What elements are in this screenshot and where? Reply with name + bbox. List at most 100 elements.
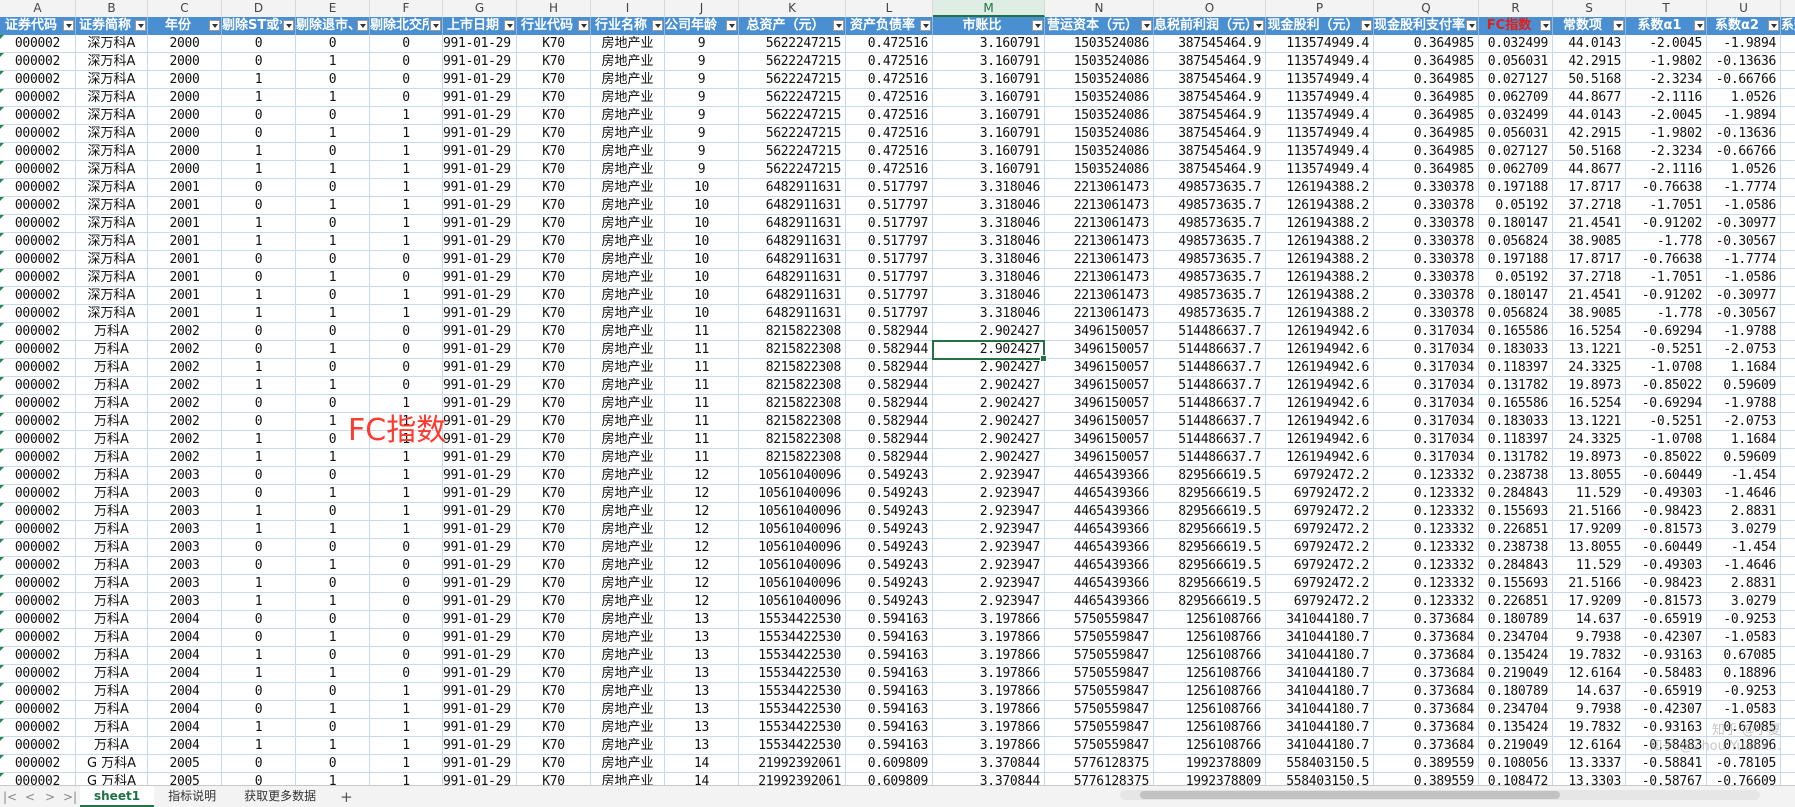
filter-dropdown-icon[interactable]: [135, 20, 146, 31]
table-cell[interactable]: -58.: [1781, 197, 1795, 215]
table-cell[interactable]: 0.238738: [1479, 467, 1553, 485]
table-cell[interactable]: 829566619.5: [1154, 575, 1266, 593]
table-cell[interactable]: 0.219049: [1479, 737, 1553, 755]
table-cell[interactable]: 0: [370, 665, 443, 683]
table-cell[interactable]: 991-01-29: [443, 107, 517, 125]
table-cell[interactable]: 2003: [148, 593, 222, 611]
table-cell[interactable]: 2.902427: [933, 323, 1045, 341]
table-cell[interactable]: 2003: [148, 575, 222, 593]
table-cell[interactable]: 万科A: [76, 395, 148, 413]
table-cell[interactable]: 991-01-29: [443, 161, 517, 179]
table-cell[interactable]: 0: [296, 287, 370, 305]
table-cell[interactable]: 9: [665, 161, 739, 179]
table-cell[interactable]: 房地产业: [591, 557, 665, 575]
table-cell[interactable]: 3496150057: [1045, 395, 1154, 413]
table-cell[interactable]: 000002: [0, 575, 76, 593]
table-cell[interactable]: -52.: [1781, 107, 1795, 125]
table-cell[interactable]: -0.76638: [1626, 251, 1707, 269]
table-cell[interactable]: 2004: [148, 701, 222, 719]
table-cell[interactable]: 深万科A: [76, 71, 148, 89]
table-cell[interactable]: -0.85022: [1626, 449, 1707, 467]
table-cell[interactable]: 0.123332: [1374, 539, 1479, 557]
table-cell[interactable]: 21.4541: [1553, 215, 1626, 233]
table-cell[interactable]: 1: [222, 71, 296, 89]
table-cell[interactable]: 3496150057: [1045, 413, 1154, 431]
table-cell[interactable]: 0.05192: [1479, 269, 1553, 287]
table-cell[interactable]: 深万科A: [76, 287, 148, 305]
table-cell[interactable]: 0: [222, 179, 296, 197]
table-cell[interactable]: 991-01-29: [443, 413, 517, 431]
table-cell[interactable]: 37.2718: [1553, 269, 1626, 287]
table-cell[interactable]: 12.6164: [1553, 665, 1626, 683]
table-cell[interactable]: 0.364985: [1374, 89, 1479, 107]
table-cell[interactable]: 0.517797: [846, 233, 933, 251]
sheet-tab[interactable]: sheet1: [80, 786, 155, 807]
table-cell[interactable]: 0.594163: [846, 629, 933, 647]
table-cell[interactable]: -2.0045: [1626, 35, 1707, 53]
table-cell[interactable]: 000002: [0, 773, 76, 785]
table-cell[interactable]: -0.30977: [1707, 287, 1781, 305]
table-cell[interactable]: 9: [665, 89, 739, 107]
table-cell[interactable]: 2002: [148, 341, 222, 359]
table-cell[interactable]: 0.582944: [846, 377, 933, 395]
table-cell[interactable]: 0.472516: [846, 125, 933, 143]
table-cell[interactable]: 000002: [0, 683, 76, 701]
table-cell[interactable]: 341044180.7: [1266, 629, 1374, 647]
table-cell[interactable]: 0.472516: [846, 35, 933, 53]
table-cell[interactable]: 10561040096: [739, 539, 846, 557]
table-cell[interactable]: -0.30977: [1707, 215, 1781, 233]
table-cell[interactable]: 1: [296, 557, 370, 575]
table-cell[interactable]: 2.5: [1781, 503, 1795, 521]
table-cell[interactable]: 126194942.6: [1266, 431, 1374, 449]
table-cell[interactable]: -5.5: [1781, 719, 1795, 737]
table-cell[interactable]: 1: [370, 125, 443, 143]
table-cell[interactable]: 3.160791: [933, 89, 1045, 107]
table-cell[interactable]: 1: [222, 737, 296, 755]
table-cell[interactable]: -0.66766: [1707, 143, 1781, 161]
table-cell[interactable]: 1: [222, 575, 296, 593]
table-cell[interactable]: 498573635.7: [1154, 305, 1266, 323]
table-cell[interactable]: 0.472516: [846, 71, 933, 89]
table-cell[interactable]: 0: [296, 251, 370, 269]
table-cell[interactable]: 69792472.2: [1266, 503, 1374, 521]
table-cell[interactable]: -7.5: [1781, 629, 1795, 647]
table-cell[interactable]: 000002: [0, 521, 76, 539]
table-cell[interactable]: 0.594163: [846, 683, 933, 701]
table-cell[interactable]: 387545464.9: [1154, 53, 1266, 71]
table-cell[interactable]: 0: [296, 395, 370, 413]
table-cell[interactable]: -0.49303: [1626, 557, 1707, 575]
table-cell[interactable]: 50.5168: [1553, 143, 1626, 161]
table-cell[interactable]: -0.93163: [1626, 647, 1707, 665]
table-cell[interactable]: 13.3337: [1553, 755, 1626, 773]
table-cell[interactable]: -81.: [1781, 449, 1795, 467]
table-cell[interactable]: 50.5168: [1553, 71, 1626, 89]
table-cell[interactable]: 1992378809: [1154, 755, 1266, 773]
table-cell[interactable]: 558403150.5: [1266, 755, 1374, 773]
table-cell[interactable]: 0.226851: [1479, 521, 1553, 539]
table-cell[interactable]: 991-01-29: [443, 197, 517, 215]
table-cell[interactable]: 1: [370, 737, 443, 755]
table-cell[interactable]: 3496150057: [1045, 449, 1154, 467]
table-cell[interactable]: 房地产业: [591, 341, 665, 359]
table-cell[interactable]: 24.3325: [1553, 359, 1626, 377]
table-cell[interactable]: 498573635.7: [1154, 287, 1266, 305]
table-cell[interactable]: 3496150057: [1045, 341, 1154, 359]
table-cell[interactable]: 1: [296, 521, 370, 539]
table-cell[interactable]: 387545464.9: [1154, 125, 1266, 143]
table-cell[interactable]: 0.108056: [1479, 755, 1553, 773]
filter-dropdown-icon[interactable]: [1253, 20, 1264, 31]
table-cell[interactable]: 0.582944: [846, 359, 933, 377]
filter-dropdown-icon[interactable]: [1466, 20, 1477, 31]
table-cell[interactable]: 5750559847: [1045, 611, 1154, 629]
table-cell[interactable]: K70: [517, 305, 591, 323]
table-cell[interactable]: 991-01-29: [443, 89, 517, 107]
table-cell[interactable]: 0.517797: [846, 287, 933, 305]
table-cell[interactable]: 8215822308: [739, 413, 846, 431]
table-cell[interactable]: 000002: [0, 323, 76, 341]
table-cell[interactable]: 2213061473: [1045, 305, 1154, 323]
table-cell[interactable]: -43.: [1781, 89, 1795, 107]
table-cell[interactable]: 10: [665, 305, 739, 323]
sheet-nav-last-icon[interactable]: >|: [60, 790, 80, 804]
table-cell[interactable]: 000002: [0, 359, 76, 377]
table-cell[interactable]: -58.: [1781, 269, 1795, 287]
